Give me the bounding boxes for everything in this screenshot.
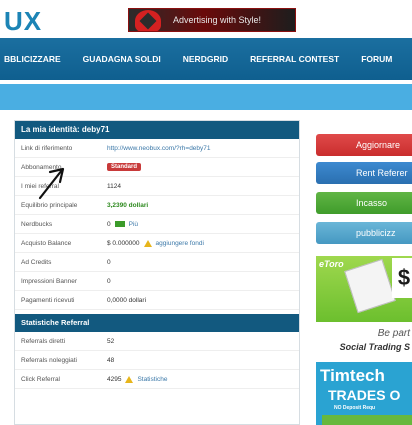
- row-label: Ad Credits: [21, 258, 52, 266]
- row-value: 48: [107, 356, 115, 364]
- referral-link[interactable]: http://www.neobux.com/?rh=deby71: [107, 145, 211, 152]
- row-label: Link di riferimento: [21, 144, 73, 152]
- warning-icon: [125, 375, 134, 383]
- info-row: Acquisto Balance $ 0.000000 aggiungere f…: [15, 234, 299, 253]
- ad-headline: Timtech: [320, 366, 385, 385]
- ad-tagline-section: Be part Social Trading S: [316, 322, 412, 362]
- nav-item-referral-contest[interactable]: REFERRAL CONTEST: [239, 54, 350, 64]
- rent-referrals-button[interactable]: Rent Referer: [316, 162, 412, 184]
- info-row: Nerdbucks 0 Più: [15, 215, 299, 234]
- subnav-strip: [0, 84, 412, 110]
- nerdbucks-more-link[interactable]: Più: [129, 221, 138, 228]
- row-label: Pagamenti ricevuti: [21, 296, 75, 304]
- row-value: 0: [107, 220, 111, 228]
- nav-item-advertise[interactable]: BBLICIZZARE: [0, 54, 72, 64]
- site-header: UX Advertising with Style!: [0, 0, 412, 38]
- cashout-button[interactable]: Incasso: [316, 192, 412, 214]
- main-balance-value: 3,2390 dollari: [107, 201, 149, 209]
- warning-icon: [143, 239, 152, 247]
- row-label: Nerdbucks: [21, 220, 53, 228]
- ad-cta-bar: [322, 415, 412, 425]
- nav-item-nerdgrid[interactable]: NERDGRID: [172, 54, 239, 64]
- ad-tagline: Be part: [377, 328, 410, 339]
- row-value: $ 0.000000: [107, 239, 140, 247]
- statistics-link[interactable]: Statistiche: [137, 376, 167, 383]
- info-row: Referrals noleggiati 48: [15, 351, 299, 370]
- referral-stats-header: Statistiche Referral: [15, 314, 299, 332]
- row-value: 0,0000 dollari: [107, 296, 147, 304]
- ad-banner[interactable]: Advertising with Style!: [128, 8, 296, 32]
- info-row: Click Referral 4295 Statistiche: [15, 370, 299, 389]
- info-row: Pagamenti ricevuti 0,0000 dollari: [15, 291, 299, 310]
- ad-top-section: eToro $: [316, 256, 412, 322]
- row-value: 52: [107, 337, 115, 345]
- row-value: 0: [107, 277, 111, 285]
- ad-small-text: NO Deposit Requ: [334, 405, 376, 411]
- hand-drawn-arrow-icon: [38, 167, 65, 200]
- etoro-logo: eToro: [319, 259, 344, 269]
- info-row: Link di riferimento http://www.neobux.co…: [15, 139, 299, 158]
- info-row: Referrals diretti 52: [15, 332, 299, 351]
- sidebar-ad[interactable]: eToro $ Be part Social Trading S Timtech…: [316, 256, 412, 425]
- banner-text: Advertising with Style!: [173, 15, 262, 25]
- membership-badge[interactable]: Standard: [107, 163, 142, 171]
- upgrade-button[interactable]: Aggiornare: [316, 134, 412, 156]
- ad-subheadline: TRADES O: [328, 387, 401, 403]
- row-label: Acquisto Balance: [21, 239, 72, 247]
- identity-header: La mia identità: deby71: [15, 121, 299, 139]
- nav-item-earn[interactable]: GUADAGNA SOLDI: [72, 54, 172, 64]
- row-value: 4295: [107, 375, 122, 383]
- row-label: Referrals diretti: [21, 337, 66, 345]
- info-row: Ad Credits 0: [15, 253, 299, 272]
- ad-tagline-2: Social Trading S: [339, 342, 410, 352]
- ticket-icon: [344, 258, 396, 314]
- site-logo[interactable]: UX: [4, 6, 42, 37]
- row-label: Referrals noleggiati: [21, 356, 78, 364]
- main-navbar: BBLICIZZARE GUADAGNA SOLDI NERDGRID REFE…: [0, 38, 412, 80]
- row-label: Impressioni Banner: [21, 277, 77, 285]
- row-value: 0: [107, 258, 111, 266]
- row-label: Equilibrio principale: [21, 201, 78, 209]
- add-funds-link[interactable]: aggiungere fondi: [156, 240, 204, 247]
- banner-logo-icon: [135, 10, 161, 31]
- nav-item-forum[interactable]: FORUM: [350, 54, 403, 64]
- row-value: 1124: [107, 182, 121, 190]
- money-icon: [114, 221, 125, 227]
- row-label: Click Referral: [21, 375, 61, 383]
- dollar-icon: $: [392, 258, 412, 298]
- info-row: Impressioni Banner 0: [15, 272, 299, 291]
- advertise-button[interactable]: pubblicizz: [316, 222, 412, 244]
